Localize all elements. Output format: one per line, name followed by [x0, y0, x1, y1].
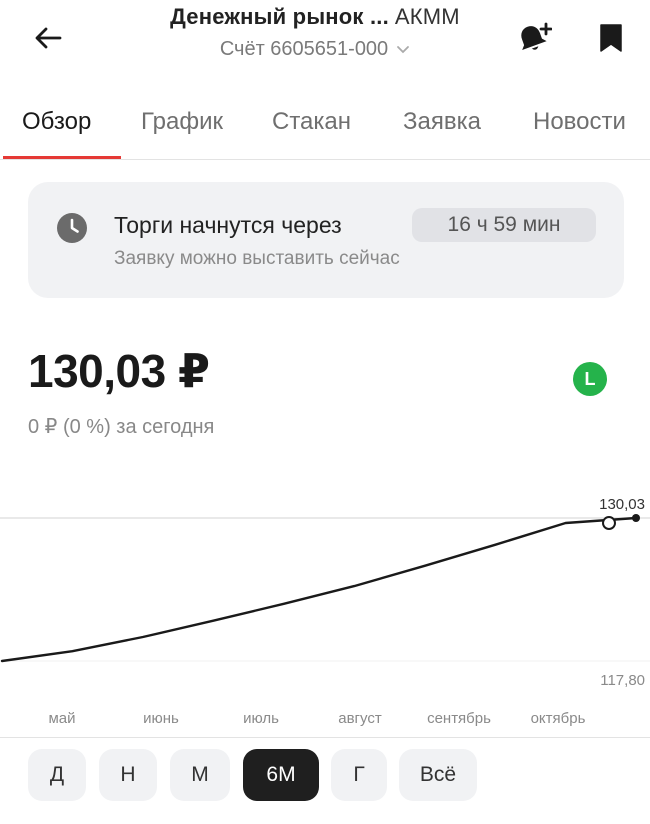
clock-icon — [57, 213, 87, 243]
x-tick-label: май — [48, 710, 75, 727]
active-tab-indicator — [3, 156, 121, 159]
period-week-button[interactable]: Н — [99, 749, 157, 801]
period-year-button[interactable]: Г — [331, 749, 387, 801]
tab-order[interactable]: Заявка — [403, 108, 481, 136]
tab-overview[interactable]: Обзор — [22, 108, 91, 136]
current-price: 130,03 ₽ — [28, 345, 210, 397]
ticker: АКММ — [394, 4, 460, 29]
trading-notice-card: Торги начнутся через 16 ч 59 мин Заявку … — [28, 182, 624, 298]
tab-news[interactable]: Новости — [533, 108, 626, 136]
max-price-label: 130,03 — [599, 496, 645, 513]
title-block: Денежный рынок ... АКММ Счёт 6605651-000 — [110, 4, 520, 61]
favorite-button[interactable] — [594, 20, 628, 56]
chevron-down-icon — [397, 45, 410, 53]
x-tick-label: сентябрь — [427, 710, 491, 727]
min-price-label: 117,80 — [600, 672, 645, 689]
instrument-name: Денежный рынок ... — [170, 4, 389, 29]
notice-subtitle: Заявку можно выставить сейчас — [114, 248, 400, 269]
price-chart[interactable]: 130,03 117,80 май июнь июль август сентябрь о… — [0, 480, 650, 730]
arrow-left-icon — [35, 27, 62, 49]
period-6m-button[interactable]: 6М — [243, 749, 319, 801]
countdown-badge: 16 ч 59 мин — [412, 208, 596, 242]
period-all-button[interactable]: Всё — [399, 749, 477, 801]
tab-bar: Обзор График Стакан Заявка Новости — [0, 100, 650, 160]
notice-title: Торги начнутся через — [114, 212, 342, 238]
price-alert-button[interactable] — [513, 20, 553, 56]
period-day-button[interactable]: Д — [28, 749, 86, 801]
x-tick-label: август — [338, 710, 382, 727]
x-tick-label: июнь — [143, 710, 179, 727]
account-label: Счёт 6605651-000 — [219, 38, 389, 60]
bookmark-icon — [600, 24, 622, 52]
x-axis-labels: май июнь июль август сентябрь октябрь — [48, 710, 585, 727]
daily-change: 0 ₽ (0 %) за сегодня — [28, 416, 215, 438]
page-title: Денежный рынок ... АКММ — [110, 4, 520, 30]
last-point-dot — [632, 514, 640, 522]
bell-plus-icon — [521, 22, 552, 51]
x-tick-label: июль — [243, 710, 279, 727]
price-line — [0, 516, 638, 663]
account-selector[interactable]: Счёт 6605651-000 — [220, 38, 410, 61]
x-tick-label: октябрь — [531, 710, 586, 727]
header: Денежный рынок ... АКММ Счёт 6605651-000 — [0, 0, 650, 88]
period-month-button[interactable]: М — [170, 749, 230, 801]
tab-chart[interactable]: График — [141, 108, 223, 136]
period-selector: Д Н М 6М Г Всё — [0, 737, 650, 824]
current-price-marker — [602, 516, 616, 531]
liquidity-badge[interactable]: L — [573, 362, 607, 396]
back-button[interactable] — [30, 20, 66, 56]
tab-order-book[interactable]: Стакан — [272, 108, 351, 136]
